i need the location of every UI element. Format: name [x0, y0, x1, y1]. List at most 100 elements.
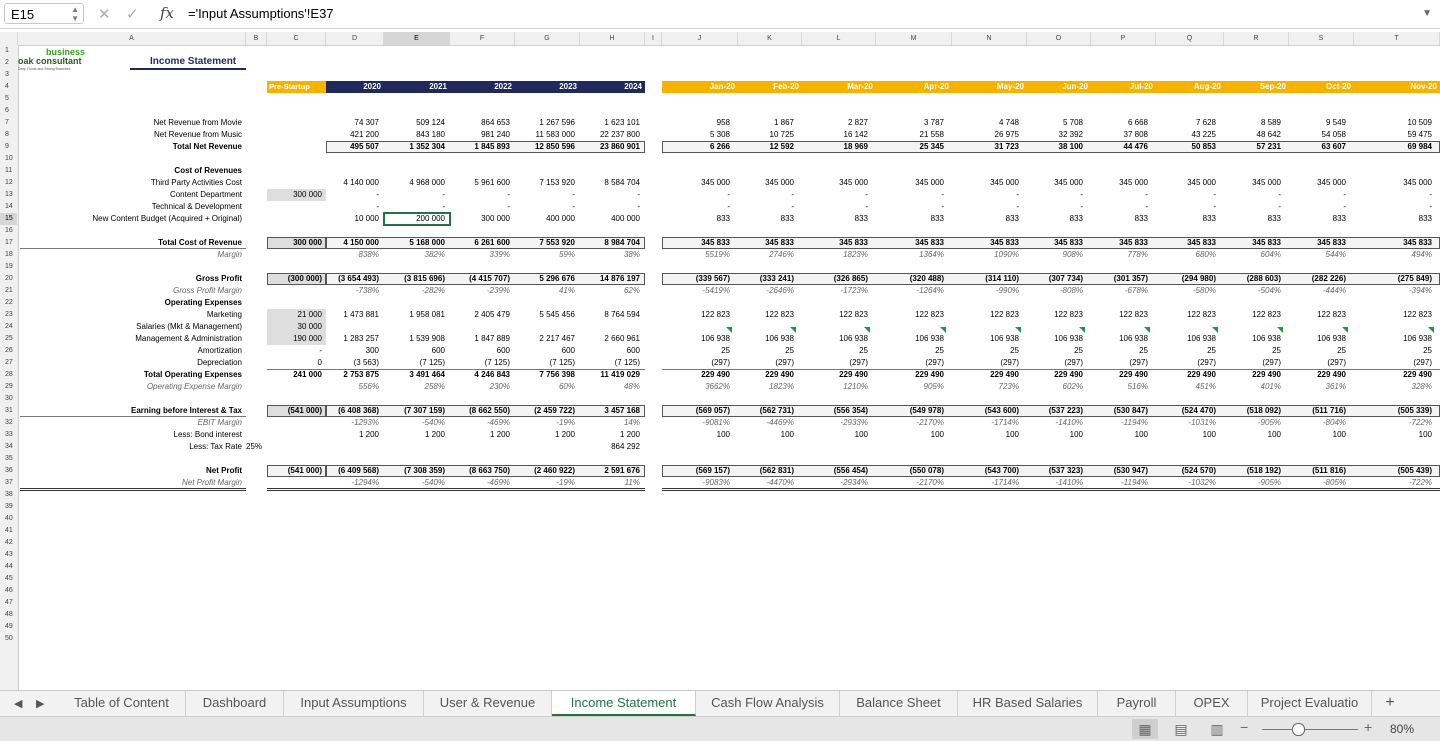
month-value[interactable]: 10 725 — [738, 129, 794, 141]
column-header-i[interactable]: I — [645, 32, 662, 45]
month-value[interactable]: 833 — [662, 213, 730, 225]
year-value[interactable]: 1 200 — [384, 429, 445, 441]
year-value[interactable]: 400 000 — [515, 213, 575, 225]
month-value[interactable] — [1156, 441, 1216, 453]
month-value[interactable] — [802, 165, 868, 177]
month-value[interactable] — [1289, 297, 1346, 309]
row-header[interactable]: 6 — [0, 105, 17, 117]
sheet-tab[interactable]: Cash Flow Analysis — [696, 691, 840, 716]
row-header[interactable]: 39 — [0, 501, 17, 513]
month-value[interactable]: 106 938 — [1224, 333, 1281, 345]
year-value[interactable]: 11 583 000 — [515, 129, 575, 141]
year-value[interactable] — [384, 441, 445, 453]
month-value[interactable]: 106 938 — [952, 333, 1019, 345]
month-value[interactable]: 25 345 — [876, 141, 944, 153]
row-header[interactable]: 7 — [0, 117, 17, 129]
function-icon[interactable]: fx — [160, 4, 174, 22]
month-value[interactable]: 345 833 — [952, 237, 1019, 249]
month-value[interactable] — [1156, 321, 1216, 333]
row-header[interactable]: 25 — [0, 333, 17, 345]
month-value[interactable]: - — [1156, 189, 1216, 201]
month-value[interactable]: 833 — [1354, 213, 1432, 225]
month-value[interactable]: 37 808 — [1091, 129, 1148, 141]
row-header[interactable]: 4 — [0, 81, 17, 93]
year-value[interactable]: -738% — [326, 285, 379, 297]
month-value[interactable]: -804% — [1289, 417, 1346, 429]
tax-rate-value[interactable]: 25% — [246, 441, 267, 453]
month-value[interactable]: (524 570) — [1156, 465, 1216, 477]
year-value[interactable]: (7 125) — [450, 357, 510, 369]
row-header[interactable]: 24 — [0, 321, 17, 333]
zoom-in-icon[interactable]: + — [1364, 719, 1372, 735]
month-value[interactable]: -722% — [1354, 417, 1432, 429]
row-header[interactable]: 29 — [0, 381, 17, 393]
month-value[interactable]: -504% — [1224, 285, 1281, 297]
month-value[interactable]: 106 938 — [1289, 333, 1346, 345]
page-layout-icon[interactable]: ▤ — [1168, 719, 1194, 739]
month-value[interactable]: -580% — [1156, 285, 1216, 297]
month-value[interactable]: (556 354) — [802, 405, 868, 417]
pre-startup-value[interactable]: 0 — [267, 357, 322, 369]
month-value[interactable]: (333 241) — [738, 273, 794, 285]
sheet-tab[interactable]: Project Evaluatio — [1248, 691, 1372, 716]
month-value[interactable] — [1224, 321, 1281, 333]
pre-startup-value[interactable]: - — [267, 345, 322, 357]
row-header[interactable]: 17 — [0, 237, 17, 249]
month-value[interactable] — [876, 441, 944, 453]
year-value[interactable]: 7 756 398 — [515, 369, 575, 381]
pre-startup-value[interactable] — [267, 117, 322, 129]
month-value[interactable]: (297) — [1156, 357, 1216, 369]
year-value[interactable]: 6 261 600 — [450, 237, 510, 249]
month-value[interactable]: 122 823 — [802, 309, 868, 321]
column-header-b[interactable]: B — [246, 32, 267, 45]
year-value[interactable] — [515, 297, 575, 309]
year-value[interactable]: -469% — [450, 417, 510, 429]
year-value[interactable] — [384, 321, 445, 333]
year-value[interactable]: 4 150 000 — [326, 237, 379, 249]
month-value[interactable]: 680% — [1156, 249, 1216, 261]
year-value[interactable]: (6 408 368) — [326, 405, 379, 417]
row-header[interactable]: 3 — [0, 69, 17, 81]
row-header[interactable]: 23 — [0, 309, 17, 321]
month-value[interactable] — [738, 165, 794, 177]
month-value[interactable] — [952, 297, 1019, 309]
pre-startup-value[interactable]: 190 000 — [267, 333, 322, 345]
month-value[interactable]: 905% — [876, 381, 944, 393]
row-header[interactable]: 26 — [0, 345, 17, 357]
month-value[interactable]: -990% — [952, 285, 1019, 297]
year-value[interactable]: -282% — [384, 285, 445, 297]
year-value[interactable]: - — [384, 189, 445, 201]
month-value[interactable]: (297) — [1354, 357, 1432, 369]
month-value[interactable]: 25 — [876, 345, 944, 357]
month-value[interactable]: 1823% — [738, 381, 794, 393]
row-header[interactable]: 41 — [0, 525, 17, 537]
column-header-j[interactable]: J — [662, 32, 738, 45]
year-value[interactable]: 1 200 — [515, 429, 575, 441]
month-value[interactable]: - — [1156, 201, 1216, 213]
month-value[interactable]: 122 823 — [1224, 309, 1281, 321]
month-value[interactable]: 345 000 — [1224, 177, 1281, 189]
month-value[interactable]: 6 266 — [662, 141, 730, 153]
year-value[interactable]: 2 217 467 — [515, 333, 575, 345]
month-value[interactable]: 106 938 — [1156, 333, 1216, 345]
year-value[interactable]: (3 815 696) — [384, 273, 445, 285]
year-value[interactable]: 509 124 — [384, 117, 445, 129]
row-header[interactable]: 2 — [0, 57, 17, 69]
month-value[interactable] — [1027, 165, 1083, 177]
row-header[interactable]: 11 — [0, 165, 17, 177]
month-value[interactable]: 25 — [1027, 345, 1083, 357]
year-value[interactable] — [580, 165, 640, 177]
month-value[interactable]: (326 865) — [802, 273, 868, 285]
month-value[interactable] — [662, 297, 730, 309]
year-value[interactable]: - — [515, 189, 575, 201]
month-value[interactable] — [1224, 165, 1281, 177]
month-value[interactable]: (297) — [1027, 357, 1083, 369]
year-value[interactable]: 1 845 893 — [450, 141, 510, 153]
pre-startup-value[interactable] — [267, 441, 322, 453]
year-value[interactable]: 864 292 — [580, 441, 640, 453]
month-value[interactable]: - — [1354, 189, 1432, 201]
month-value[interactable]: (569 157) — [662, 465, 730, 477]
year-value[interactable]: 14% — [580, 417, 640, 429]
month-value[interactable]: 345 000 — [876, 177, 944, 189]
month-value[interactable]: 328% — [1354, 381, 1432, 393]
